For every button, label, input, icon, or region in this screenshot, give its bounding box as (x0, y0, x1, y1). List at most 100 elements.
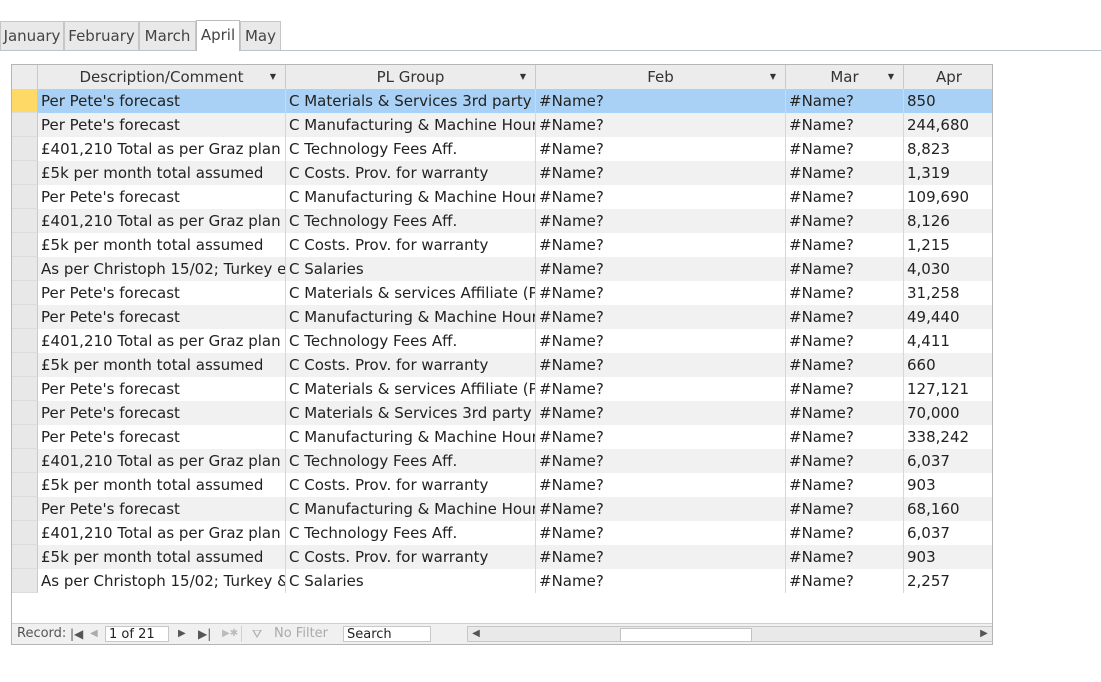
column-header-apr[interactable]: Apr (904, 65, 992, 89)
feb-cell[interactable]: #Name? (536, 305, 786, 329)
pl-group-cell[interactable]: C Costs. Prov. for warranty (286, 545, 536, 569)
record-selector[interactable] (12, 545, 38, 569)
record-selector[interactable] (12, 425, 38, 449)
pl-group-cell[interactable]: C Costs. Prov. for warranty (286, 161, 536, 185)
mar-cell[interactable]: #Name? (786, 137, 904, 161)
description-cell[interactable]: £401,210 Total as per Graz plan fc (38, 521, 286, 545)
record-selector[interactable] (12, 569, 38, 593)
table-row[interactable]: £5k per month total assumed C Costs. Prov… (12, 161, 992, 185)
apr-cell[interactable]: 2,257 (904, 569, 992, 593)
description-cell[interactable]: £5k per month total assumed (38, 233, 286, 257)
table-row[interactable]: £5k per month total assumed C Costs. Prov… (12, 545, 992, 569)
tab-february[interactable]: February (64, 21, 139, 50)
table-row[interactable]: £5k per month total assumed C Costs. Prov… (12, 473, 992, 497)
table-row[interactable]: Per Pete's forecast C Materials & service… (12, 377, 992, 401)
feb-cell[interactable]: #Name? (536, 497, 786, 521)
pl-group-cell[interactable]: C Manufacturing & Machine Hour (286, 425, 536, 449)
description-cell[interactable]: Per Pete's forecast (38, 89, 286, 113)
table-row[interactable]: Per Pete's forecast C Manufacturing & Mac… (12, 425, 992, 449)
table-row[interactable]: Per Pete's forecast C Manufacturing & Mac… (12, 113, 992, 137)
apr-cell[interactable]: 70,000 (904, 401, 992, 425)
mar-cell[interactable]: #Name? (786, 545, 904, 569)
table-row[interactable]: As per Christoph 15/02; Turkey & C Salari… (12, 569, 992, 593)
pl-group-cell[interactable]: C Technology Fees Aff. (286, 329, 536, 353)
pl-group-cell[interactable]: C Materials & Services 3rd party (I (286, 401, 536, 425)
table-row[interactable]: Per Pete's forecast C Manufacturing & Mac… (12, 497, 992, 521)
dropdown-arrow-icon[interactable]: ▼ (888, 65, 894, 89)
pl-group-cell[interactable]: C Technology Fees Aff. (286, 521, 536, 545)
column-header-description[interactable]: Description/Comment ▼ (38, 65, 286, 89)
description-cell[interactable]: Per Pete's forecast (38, 185, 286, 209)
feb-cell[interactable]: #Name? (536, 545, 786, 569)
mar-cell[interactable]: #Name? (786, 401, 904, 425)
pl-group-cell[interactable]: C Costs. Prov. for warranty (286, 233, 536, 257)
first-record-icon[interactable]: |◀ (70, 624, 83, 644)
pl-group-cell[interactable]: C Technology Fees Aff. (286, 209, 536, 233)
column-header-feb[interactable]: Feb ▼ (536, 65, 786, 89)
record-selector[interactable] (12, 353, 38, 377)
feb-cell[interactable]: #Name? (536, 185, 786, 209)
mar-cell[interactable]: #Name? (786, 233, 904, 257)
tab-march[interactable]: March (139, 21, 196, 50)
apr-cell[interactable]: 127,121 (904, 377, 992, 401)
column-header-mar[interactable]: Mar ▼ (786, 65, 904, 89)
description-cell[interactable]: As per Christoph 15/02; Turkey en (38, 257, 286, 281)
description-cell[interactable]: £401,210 Total as per Graz plan fc (38, 329, 286, 353)
pl-group-cell[interactable]: C Manufacturing & Machine Hour (286, 305, 536, 329)
mar-cell[interactable]: #Name? (786, 497, 904, 521)
description-cell[interactable]: Per Pete's forecast (38, 113, 286, 137)
description-cell[interactable]: Per Pete's forecast (38, 377, 286, 401)
apr-cell[interactable]: 244,680 (904, 113, 992, 137)
table-row[interactable]: £5k per month total assumed C Costs. Prov… (12, 233, 992, 257)
record-selector[interactable] (12, 377, 38, 401)
description-cell[interactable]: £401,210 Total as per Graz plan fc (38, 449, 286, 473)
description-cell[interactable]: Per Pete's forecast (38, 425, 286, 449)
record-selector[interactable] (12, 497, 38, 521)
pl-group-cell[interactable]: C Costs. Prov. for warranty (286, 353, 536, 377)
apr-cell[interactable]: 4,030 (904, 257, 992, 281)
feb-cell[interactable]: #Name? (536, 521, 786, 545)
pl-group-cell[interactable]: C Manufacturing & Machine Hour (286, 497, 536, 521)
pl-group-cell[interactable]: C Materials & services Affiliate (Pr (286, 377, 536, 401)
description-cell[interactable]: £401,210 Total as per Graz plan fc (38, 209, 286, 233)
pl-group-cell[interactable]: C Technology Fees Aff. (286, 137, 536, 161)
tab-april[interactable]: April (196, 20, 240, 51)
pl-group-cell[interactable]: C Salaries (286, 257, 536, 281)
feb-cell[interactable]: #Name? (536, 449, 786, 473)
description-cell[interactable]: £5k per month total assumed (38, 473, 286, 497)
mar-cell[interactable]: #Name? (786, 281, 904, 305)
record-selector[interactable] (12, 257, 38, 281)
table-row[interactable]: As per Christoph 15/02; Turkey en C Salar… (12, 257, 992, 281)
apr-cell[interactable]: 1,215 (904, 233, 992, 257)
table-row[interactable]: £401,210 Total as per Graz plan fc C Tech… (12, 209, 992, 233)
table-row[interactable]: Per Pete's forecast C Manufacturing & Mac… (12, 305, 992, 329)
record-selector[interactable] (12, 209, 38, 233)
table-row[interactable]: £401,210 Total as per Graz plan fc C Tech… (12, 329, 992, 353)
feb-cell[interactable]: #Name? (536, 281, 786, 305)
mar-cell[interactable]: #Name? (786, 185, 904, 209)
record-selector[interactable] (12, 113, 38, 137)
select-all-corner[interactable] (12, 65, 38, 89)
mar-cell[interactable]: #Name? (786, 353, 904, 377)
description-cell[interactable]: As per Christoph 15/02; Turkey & (38, 569, 286, 593)
pl-group-cell[interactable]: C Manufacturing & Machine Hour (286, 185, 536, 209)
record-selector[interactable] (12, 473, 38, 497)
table-row[interactable]: £5k per month total assumed C Costs. Prov… (12, 353, 992, 377)
mar-cell[interactable]: #Name? (786, 521, 904, 545)
apr-cell[interactable]: 49,440 (904, 305, 992, 329)
record-selector[interactable] (12, 281, 38, 305)
scroll-left-icon[interactable]: ◀ (469, 627, 483, 641)
table-row[interactable]: £401,210 Total as per Graz plan fc C Tech… (12, 449, 992, 473)
record-selector[interactable] (12, 449, 38, 473)
mar-cell[interactable]: #Name? (786, 569, 904, 593)
feb-cell[interactable]: #Name? (536, 473, 786, 497)
mar-cell[interactable]: #Name? (786, 209, 904, 233)
mar-cell[interactable]: #Name? (786, 377, 904, 401)
mar-cell[interactable]: #Name? (786, 89, 904, 113)
horizontal-scrollbar[interactable]: ◀ ▶ (467, 626, 992, 642)
pl-group-cell[interactable]: C Technology Fees Aff. (286, 449, 536, 473)
description-cell[interactable]: Per Pete's forecast (38, 281, 286, 305)
no-filter-button[interactable]: No Filter (274, 624, 328, 644)
mar-cell[interactable]: #Name? (786, 113, 904, 137)
feb-cell[interactable]: #Name? (536, 161, 786, 185)
